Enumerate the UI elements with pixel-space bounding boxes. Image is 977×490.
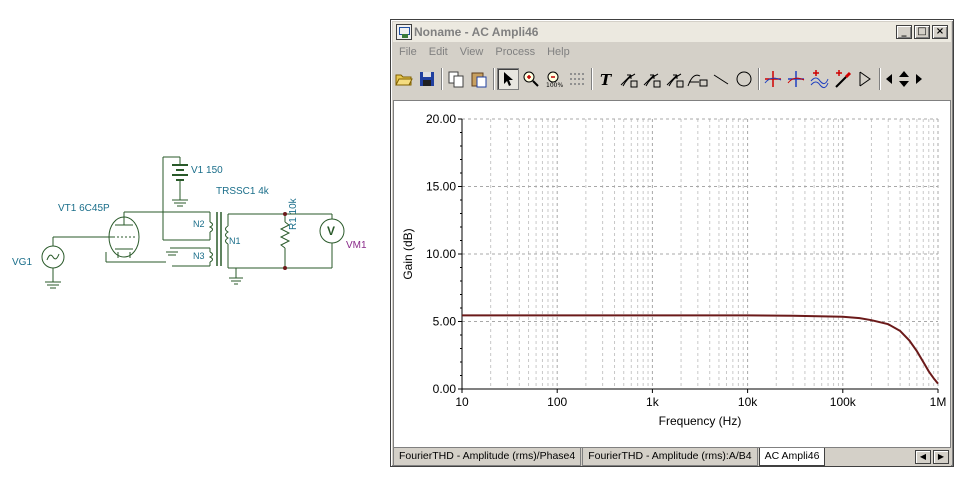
menu-view[interactable]: View: [454, 46, 490, 58]
r1-label: R1 10k: [288, 198, 299, 230]
circle-icon[interactable]: [733, 68, 755, 90]
window-title: Noname - AC Ampli46: [414, 25, 539, 39]
arrow-updown-icon[interactable]: [896, 68, 912, 90]
y-tick-label: 15.00: [426, 180, 456, 194]
menu-edit[interactable]: Edit: [423, 46, 454, 58]
vg1-label: VG1: [12, 257, 33, 268]
x-tick-label: 10: [455, 395, 469, 409]
tab-scroll-left-icon[interactable]: ◀: [915, 450, 931, 464]
open-folder-icon[interactable]: [393, 68, 415, 90]
zoom-in-icon[interactable]: [520, 68, 542, 90]
gain-curve: [462, 314, 939, 385]
text-icon[interactable]: T: [595, 68, 617, 90]
paste-icon[interactable]: [468, 68, 490, 90]
svg-text:T: T: [600, 71, 613, 87]
x-axis-label: Frequency (Hz): [659, 414, 742, 428]
y-tick-label: 5.00: [433, 315, 457, 329]
x-tick-label: 10k: [738, 395, 758, 409]
n2-label: N2: [193, 219, 205, 229]
tab-ac-ampli[interactable]: AC Ampli46: [758, 448, 826, 466]
voltmeter-symbol: V: [327, 224, 336, 238]
probe-icon[interactable]: [831, 68, 853, 90]
tab-fourier-ab[interactable]: FourierTHD - Amplitude (rms):A/B4: [582, 448, 758, 466]
cursor-b-icon[interactable]: [785, 68, 807, 90]
x-tick-label: 1k: [646, 395, 660, 409]
arrow-left-icon[interactable]: [883, 68, 895, 90]
annotate-a-icon[interactable]: [618, 68, 640, 90]
transformer-label: TRSSC1 4k: [216, 186, 269, 197]
menu-process[interactable]: Process: [489, 46, 541, 58]
maximize-button[interactable]: □: [914, 25, 930, 39]
annotate-c-icon[interactable]: [664, 68, 686, 90]
toolbar: 100% T: [393, 65, 951, 93]
x-tick-label: 100k: [830, 395, 857, 409]
minimize-button[interactable]: _: [896, 25, 912, 39]
close-button[interactable]: ×: [932, 25, 948, 39]
tab-bar: FourierTHD - Amplitude (rms)/Phase4 Four…: [393, 448, 951, 466]
app-icon[interactable]: [396, 24, 412, 40]
title-bar[interactable]: Noname - AC Ampli46 _ □ ×: [393, 22, 951, 42]
x-tick-label: 100: [547, 395, 567, 409]
arrow-right-icon[interactable]: [913, 68, 925, 90]
ac-analysis-window[interactable]: Noname - AC Ampli46 _ □ × File Edit View…: [390, 19, 954, 467]
zoom-100-icon[interactable]: 100%: [543, 68, 565, 90]
menu-help[interactable]: Help: [541, 46, 576, 58]
v1-label: V1 150: [191, 165, 223, 176]
grid-icon[interactable]: [566, 68, 588, 90]
gain-chart[interactable]: 10 100 1k 10k 100k 1M 0.00 5.00 10.00 15.00 20.00 F…: [394, 101, 950, 447]
cursor-a-icon[interactable]: [762, 68, 784, 90]
vm1-label: VM1: [346, 240, 367, 251]
menu-file[interactable]: File: [393, 46, 423, 58]
vt1-label: VT1 6C45P: [58, 203, 110, 214]
tab-fourier-phase[interactable]: FourierTHD - Amplitude (rms)/Phase4: [393, 448, 582, 466]
save-icon[interactable]: [416, 68, 438, 90]
x-tick-label: 1M: [930, 395, 947, 409]
svg-text:100%: 100%: [546, 82, 563, 88]
plot-area[interactable]: 10 100 1k 10k 100k 1M 0.00 5.00 10.00 15.00 20.00 F…: [393, 100, 951, 448]
y-tick-label: 20.00: [426, 112, 456, 126]
tab-scroll-right-icon[interactable]: ▶: [933, 450, 949, 464]
y-axis-label: Gain (dB): [401, 228, 415, 279]
copy-icon[interactable]: [445, 68, 467, 90]
n3-label: N3: [193, 251, 205, 261]
circuit-diagram: [41, 156, 345, 289]
schematic-canvas[interactable]: V1 150 TRSSC1 4k VT1 6C45P N2 N1 N3 R1 1…: [0, 0, 390, 490]
line-icon[interactable]: [710, 68, 732, 90]
add-curve-icon[interactable]: [808, 68, 830, 90]
y-tick-label: 0.00: [433, 382, 457, 396]
marker-icon[interactable]: [854, 68, 876, 90]
y-tick-label: 10.00: [426, 247, 456, 261]
annotate-b-icon[interactable]: [641, 68, 663, 90]
pointer-icon[interactable]: [497, 68, 519, 90]
curve-label-icon[interactable]: [687, 68, 709, 90]
menu-bar: File Edit View Process Help: [393, 42, 951, 62]
n1-label: N1: [229, 236, 241, 246]
